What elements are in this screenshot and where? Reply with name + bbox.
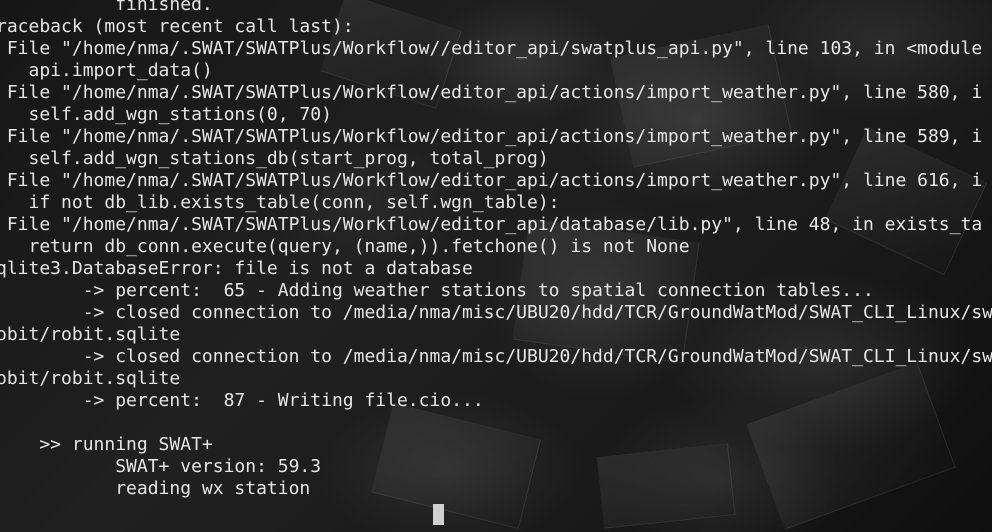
output-line (0, 412, 992, 434)
output-line: obit/robit.sqlite (0, 368, 181, 389)
output-line: qlite3.DatabaseError: file is not a data… (0, 258, 473, 279)
output-line: -> percent: 65 - Adding weather stations… (0, 280, 874, 301)
output-line: File "/home/nma/.SWAT/SWATPlus/Workflow/… (0, 214, 983, 235)
output-line: >> running SWAT+ (0, 434, 213, 455)
output-line: finished. (0, 0, 213, 15)
output-line: File "/home/nma/.SWAT/SWATPlus/Workflow/… (0, 82, 983, 103)
output-line: obit/robit.sqlite (0, 324, 181, 345)
terminal-output: finished. raceback (most recent call las… (0, 0, 992, 500)
output-line: -> closed connection to /media/nma/misc/… (0, 346, 992, 367)
output-line: -> percent: 87 - Writing file.cio... (0, 390, 484, 411)
output-line: SWAT+ version: 59.3 (0, 456, 322, 477)
output-line: if not db_lib.exists_table(conn, self.wg… (0, 192, 560, 213)
output-line: File "/home/nma/.SWAT/SWATPlus/Workflow/… (0, 126, 983, 147)
output-line: -> closed connection to /media/nma/misc/… (0, 302, 992, 323)
output-line: api.import_data() (0, 60, 213, 81)
output-line: File "/home/nma/.SWAT/SWATPlus/Workflow/… (0, 170, 983, 191)
output-line: raceback (most recent call last): (0, 16, 354, 37)
output-line: return db_conn.execute(query, (name,)).f… (0, 236, 690, 257)
output-line: reading wx station (0, 478, 311, 499)
output-line: self.add_wgn_stations(0, 70) (0, 104, 332, 125)
output-line: self.add_wgn_stations_db(start_prog, tot… (0, 148, 549, 169)
text-cursor (433, 504, 444, 525)
output-line: File "/home/nma/.SWAT/SWATPlus/Workflow/… (0, 38, 983, 59)
terminal-window[interactable]: finished. raceback (most recent call las… (0, 0, 992, 532)
